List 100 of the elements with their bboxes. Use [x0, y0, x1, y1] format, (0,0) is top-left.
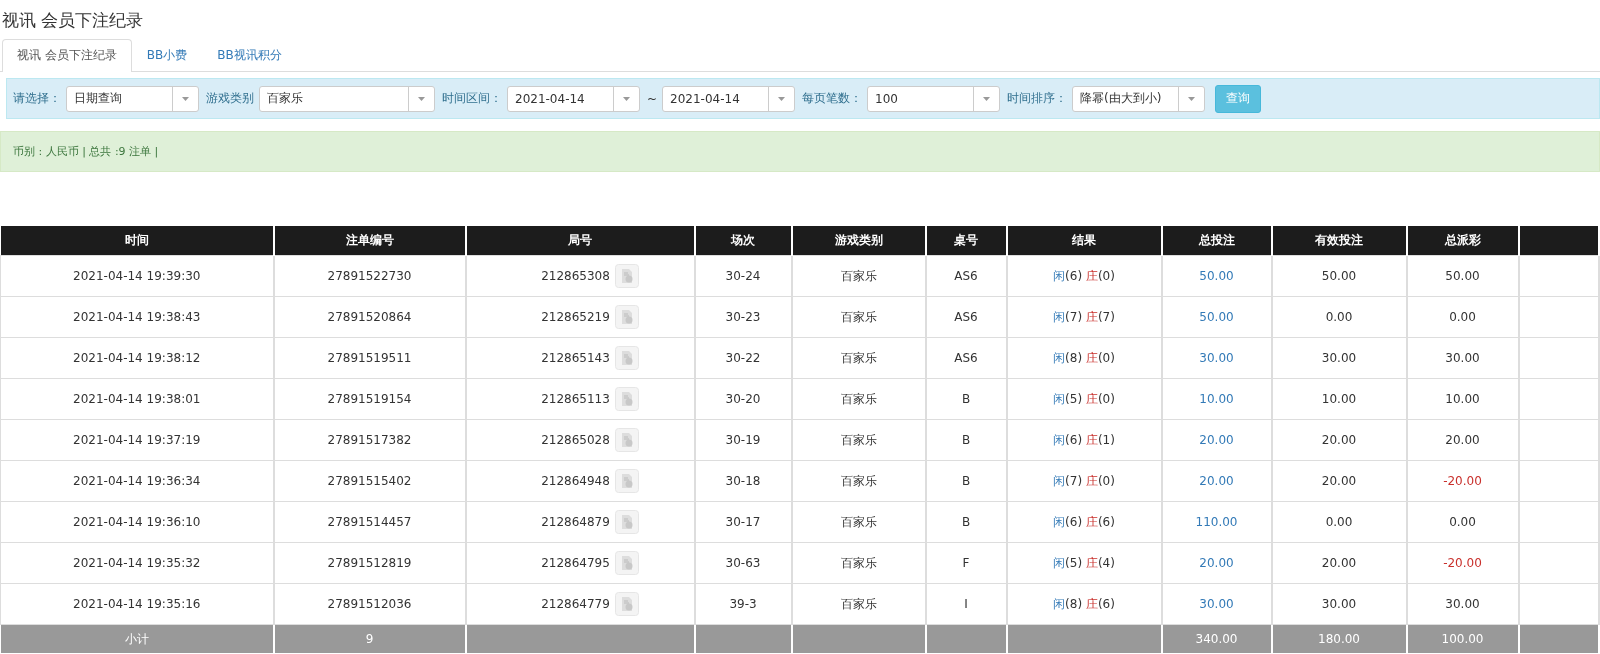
table-cell: AS6: [925, 337, 1007, 379]
table-cell: AS6: [925, 296, 1007, 338]
banker-points: (0): [1097, 473, 1115, 488]
table-cell: 27891520864: [273, 296, 466, 338]
table-cell: AS6: [925, 255, 1007, 297]
caret-icon: [623, 96, 630, 101]
player-result: 闲: [1053, 309, 1066, 324]
player-points: (5): [1065, 555, 1083, 570]
banker-result: 庄: [1085, 514, 1098, 529]
document-icon[interactable]: [614, 510, 639, 534]
player-points: (7): [1065, 473, 1083, 488]
table-cell: 50.00: [1161, 255, 1272, 297]
banker-result: 庄: [1085, 391, 1098, 406]
tab[interactable]: 视讯 会员下注纪录: [2, 39, 132, 72]
table-cell: 212864779: [541, 597, 610, 611]
player-result: 闲: [1053, 473, 1066, 488]
table-cell: 212864795: [541, 556, 610, 570]
table-cell: 27891515402: [273, 460, 466, 502]
table-cell: 百家乐: [791, 255, 926, 297]
subtotal-cell: 180.00: [1271, 624, 1407, 654]
player-points: (5): [1065, 391, 1083, 406]
table-cell: 2021-04-14 19:38:01: [0, 378, 274, 420]
document-icon[interactable]: [614, 387, 639, 411]
banker-result: 庄: [1085, 596, 1098, 611]
dropdown-field[interactable]: 2021-04-14: [662, 85, 796, 112]
table-cell: 30.00: [1161, 337, 1272, 379]
table-cell: 212865028: [541, 433, 610, 447]
table-cell: 百家乐: [791, 542, 926, 584]
column-header: 注单编号: [273, 226, 466, 256]
player-points: (7): [1065, 309, 1083, 324]
table-cell: 20.00: [1161, 542, 1272, 584]
table-cell: 2021-04-14 19:38:12: [0, 337, 274, 379]
caret-icon: [1188, 96, 1196, 101]
tab[interactable]: BB小费: [131, 39, 203, 72]
table-cell: 20.00: [1271, 419, 1407, 461]
table-cell: 0.00: [1271, 296, 1407, 338]
dropdown-field[interactable]: 日期查询: [66, 85, 199, 112]
filter-label: 请选择：: [13, 90, 61, 107]
filter-label: 时间区间：: [442, 90, 502, 107]
player-result: 闲: [1053, 555, 1066, 570]
document-icon[interactable]: [614, 305, 639, 329]
table-cell: 30-22: [694, 337, 792, 379]
table-cell: 212865143: [541, 351, 610, 365]
filter-label: 游戏类别: [206, 90, 254, 107]
banker-points: (4): [1097, 555, 1115, 570]
page-title: 视讯 会员下注纪录: [1, 9, 145, 29]
table-cell: 10.00: [1161, 378, 1272, 420]
table-cell: 212865308: [541, 269, 610, 283]
column-header: 总投注: [1161, 226, 1272, 256]
table-cell: 50.00: [1406, 255, 1519, 297]
table-cell: 27891519154: [273, 378, 466, 420]
table-cell: 30-17: [694, 501, 792, 543]
document-icon[interactable]: [614, 428, 639, 452]
table-cell: 20.00: [1161, 419, 1272, 461]
banker-points: (0): [1097, 391, 1115, 406]
caret-icon: [418, 96, 425, 101]
dropdown-field[interactable]: 100: [867, 85, 1001, 112]
table-cell: 百家乐: [791, 378, 926, 420]
column-header: 总派彩: [1406, 226, 1519, 256]
banker-result: 庄: [1085, 555, 1098, 570]
subtotal-label: 小计: [0, 624, 274, 654]
table-cell: 110.00: [1161, 501, 1272, 543]
filter-label: 每页笔数：: [802, 90, 863, 107]
document-icon[interactable]: [614, 346, 639, 370]
table-cell: 百家乐: [791, 337, 926, 379]
tab[interactable]: BB视讯积分: [202, 39, 297, 72]
table-cell: 0.00: [1271, 501, 1407, 543]
banker-points: (7): [1097, 309, 1115, 324]
table-cell: 30.00: [1271, 337, 1407, 379]
table-cell: 20.00: [1161, 460, 1272, 502]
document-icon[interactable]: [614, 469, 639, 493]
player-points: (6): [1065, 268, 1083, 283]
table-cell: -20.00: [1406, 460, 1519, 502]
document-icon[interactable]: [614, 551, 639, 575]
table-cell: 百家乐: [791, 296, 926, 338]
table-cell: 10.00: [1271, 378, 1407, 420]
dropdown-field[interactable]: 百家乐: [259, 85, 435, 112]
table-cell: 30-20: [694, 378, 792, 420]
document-icon[interactable]: [614, 592, 639, 616]
player-result: 闲: [1053, 268, 1066, 283]
player-points: (8): [1065, 350, 1083, 365]
banker-points: (0): [1097, 268, 1115, 283]
table-cell: 27891517382: [273, 419, 466, 461]
column-header: 桌号: [925, 226, 1007, 256]
table-cell: 212864948: [541, 474, 610, 488]
banker-result: 庄: [1085, 350, 1098, 365]
table-cell: 50.00: [1271, 255, 1407, 297]
table-cell: 2021-04-14 19:37:19: [0, 419, 274, 461]
document-icon[interactable]: [614, 264, 639, 288]
column-header: 局号: [465, 226, 695, 256]
column-header: 游戏类别: [791, 226, 926, 256]
table-cell: 30-18: [694, 460, 792, 502]
column-header: 时间: [0, 226, 274, 256]
banker-result: 庄: [1085, 309, 1098, 324]
banker-points: (0): [1097, 350, 1115, 365]
subtotal-cell: 9: [273, 624, 466, 654]
table-cell: B: [925, 378, 1007, 420]
dropdown-field[interactable]: 降幂(由大到小): [1072, 85, 1206, 112]
banker-points: (1): [1097, 432, 1115, 447]
dropdown-field[interactable]: 2021-04-14: [507, 85, 640, 112]
